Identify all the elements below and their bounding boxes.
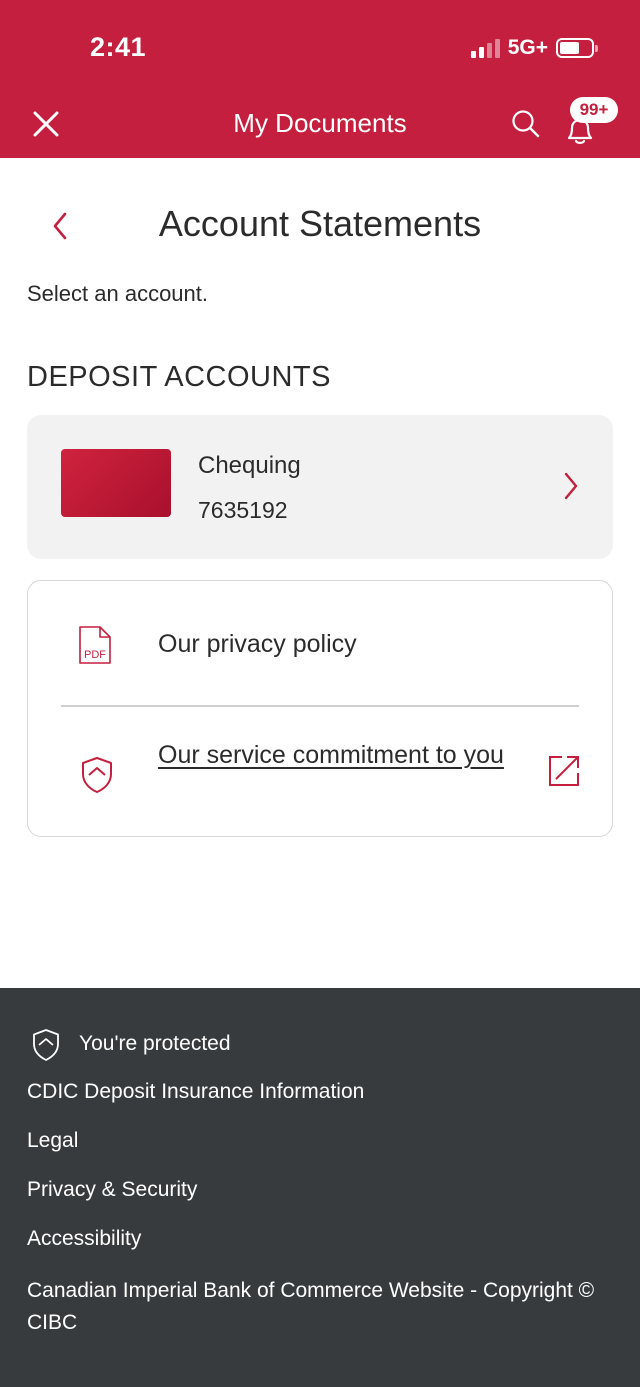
account-card-image [61, 449, 171, 517]
account-name: Chequing [198, 452, 301, 479]
page-title: Account Statements [158, 203, 482, 244]
external-link-icon [549, 756, 579, 786]
shield-icon [33, 1029, 59, 1061]
signal-icon [470, 38, 500, 58]
app-header: 2:41 5G+ My Documents 99+ [0, 0, 640, 158]
svg-text:PDF: PDF [84, 649, 106, 661]
notification-badge: 99+ [570, 97, 618, 123]
status-indicators: 5G+ [470, 34, 598, 62]
protected-label: You're protected [79, 1032, 231, 1055]
footer-link-cdic[interactable]: CDIC Deposit Insurance Information [27, 1080, 364, 1104]
service-commitment-label: Our service commitment to you [158, 741, 504, 769]
account-number: 7635192 [198, 497, 288, 523]
battery-icon [556, 38, 598, 58]
chevron-right-icon [564, 472, 578, 500]
links-card: PDF Our privacy policy Our service commi… [27, 580, 613, 837]
network-type: 5G+ [507, 36, 548, 59]
pdf-icon: PDF [79, 626, 111, 664]
privacy-policy-link[interactable]: PDF Our privacy policy [28, 581, 612, 705]
search-icon [512, 110, 540, 138]
footer-copyright: Canadian Imperial Bank of Commerce Websi… [27, 1279, 595, 1334]
shield-icon [82, 757, 112, 793]
account-card-chequing[interactable]: Chequing 7635192 [27, 415, 613, 559]
page-subtitle: Select an account. [27, 281, 209, 306]
footer: You're protected CDIC Deposit Insurance … [0, 988, 640, 1387]
section-heading-deposit-accounts: DEPOSIT ACCOUNTS [27, 361, 331, 393]
status-time: 2:41 [90, 32, 147, 62]
footer-link-legal[interactable]: Legal [27, 1129, 78, 1153]
search-button[interactable] [506, 104, 546, 144]
footer-link-accessibility[interactable]: Accessibility [27, 1227, 141, 1251]
privacy-policy-label: Our privacy policy [158, 630, 357, 658]
footer-link-privacy-security[interactable]: Privacy & Security [27, 1178, 197, 1202]
service-commitment-link[interactable]: Our service commitment to you [28, 707, 612, 837]
